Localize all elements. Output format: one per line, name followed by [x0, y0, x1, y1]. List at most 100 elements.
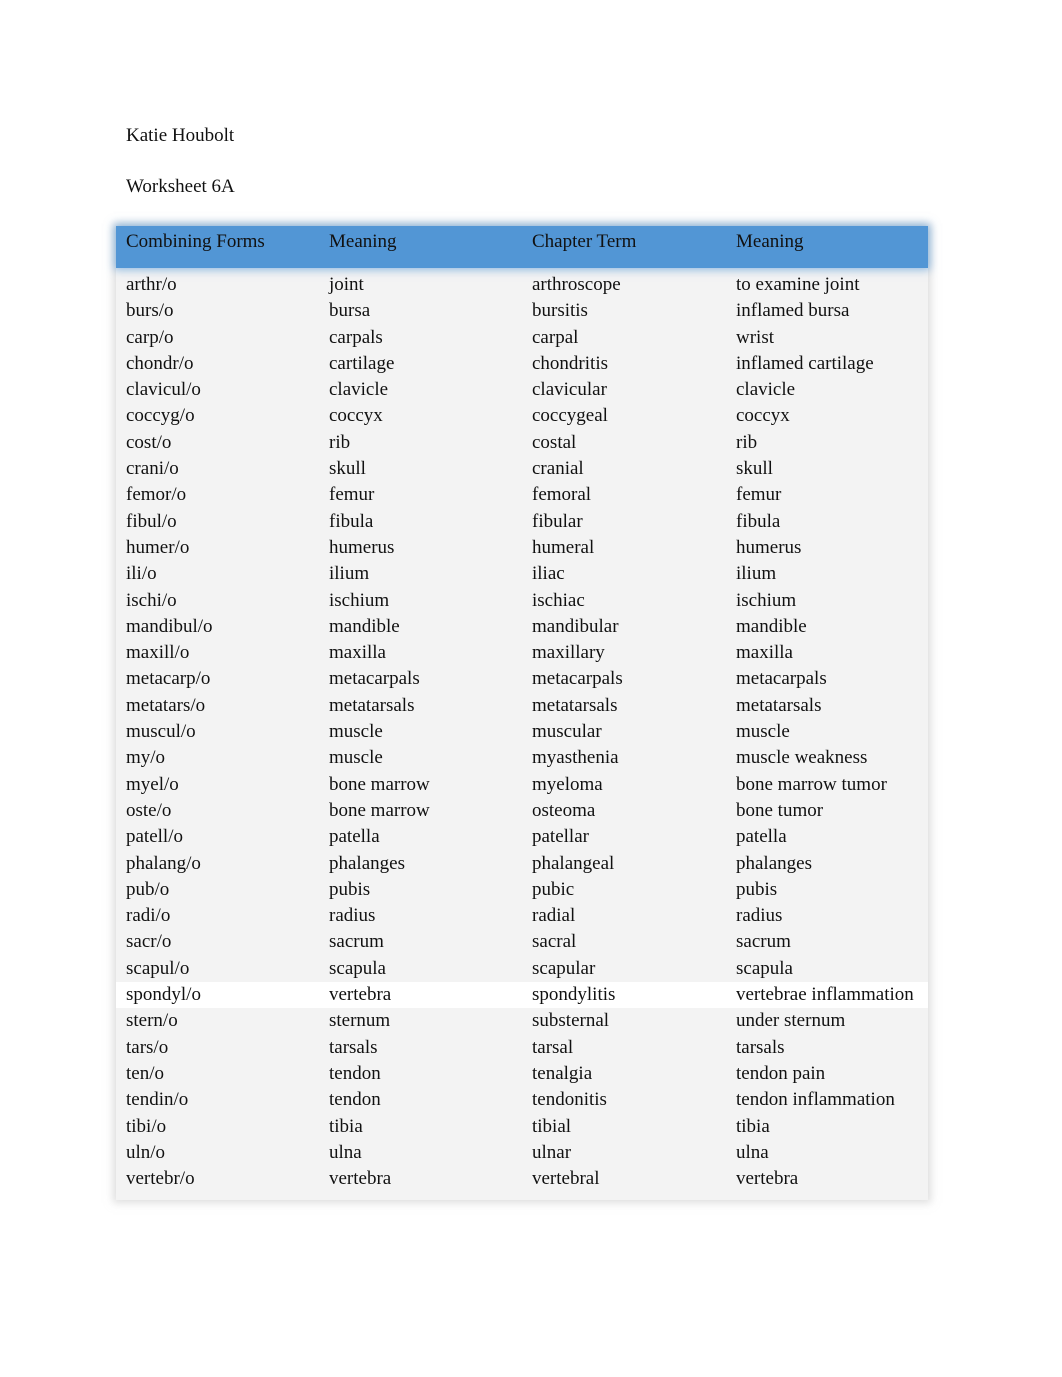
table-row: radi/o radius radial radius [116, 903, 928, 929]
cell-combining-form: stern/o [126, 1010, 178, 1032]
table-row: fibul/o fibula fibular fibula [116, 509, 928, 535]
cell-chapter-term: patellar [532, 826, 589, 848]
cell-combining-form: maxill/o [126, 642, 190, 664]
cell-term-meaning: maxilla [736, 642, 793, 664]
cell-meaning: bone marrow [329, 773, 430, 795]
worksheet-title: Worksheet 6A [126, 176, 235, 197]
cell-combining-form: mandibul/o [126, 615, 213, 637]
cell-term-meaning: mandible [736, 615, 807, 637]
cell-meaning: joint [329, 274, 364, 295]
table-header-row: Combining Forms Meaning Chapter Term Mea… [116, 226, 928, 268]
header-chapter-term: Chapter Term [532, 231, 637, 252]
cell-term-meaning: pubis [736, 878, 778, 900]
cell-chapter-term: tendonitis [532, 1089, 607, 1111]
cell-combining-form: ili/o [126, 563, 157, 585]
table-row: arthr/o joint arthroscope to examine joint [116, 272, 928, 298]
cell-term-meaning: phalanges [736, 852, 812, 874]
cell-chapter-term: carpal [532, 326, 579, 348]
cell-meaning: coccyx [329, 405, 383, 427]
cell-combining-form: radi/o [126, 905, 171, 927]
cell-chapter-term: substernal [532, 1010, 610, 1032]
cell-term-meaning: tibia [736, 1115, 770, 1137]
cell-term-meaning: scapula [736, 957, 793, 979]
cell-combining-form: patell/o [126, 826, 183, 848]
header-combining-forms: Combining Forms [126, 231, 265, 252]
cell-chapter-term: tarsal [532, 1036, 574, 1058]
cell-chapter-term: clavicular [532, 379, 607, 401]
cell-combining-form: scapul/o [126, 957, 190, 979]
cell-term-meaning: femur [736, 484, 782, 506]
table-row: sacr/o sacrum sacral sacrum [116, 929, 928, 955]
cell-meaning: muscle [329, 721, 383, 743]
cell-term-meaning: bone tumor [736, 799, 824, 821]
table-row: metacarp/o metacarpals metacarpals metacarp… [116, 666, 928, 692]
cell-combining-form: metatars/o [126, 694, 206, 716]
table-row: stern/o sternum substernal under sternum [116, 1008, 928, 1034]
cell-term-meaning: coccyx [736, 405, 790, 427]
table-row: chondr/o cartilage chondritis inflamed cart… [116, 351, 928, 377]
cell-meaning: metacarpals [329, 668, 420, 690]
cell-meaning: vertebra [329, 1168, 392, 1190]
cell-term-meaning: skull [736, 458, 773, 480]
table-row: muscul/o muscle muscular muscle [116, 719, 928, 745]
cell-chapter-term: ischiac [532, 589, 585, 611]
cell-chapter-term: iliac [532, 563, 565, 585]
cell-combining-form: tibi/o [126, 1115, 167, 1137]
table-row: scapul/o scapula scapular scapula [116, 956, 928, 982]
cell-term-meaning: rib [736, 431, 758, 453]
cell-meaning: cartilage [329, 352, 395, 374]
cell-chapter-term: chondritis [532, 352, 608, 374]
cell-term-meaning: ulna [736, 1141, 769, 1163]
cell-meaning: tendon [329, 1062, 381, 1084]
cell-chapter-term: costal [532, 431, 577, 453]
cell-combining-form: uln/o [126, 1141, 166, 1163]
cell-meaning: radius [329, 905, 376, 927]
table-row: tendin/o tendon tendonitis tendon inflammat… [116, 1087, 928, 1113]
cell-term-meaning: humerus [736, 536, 802, 558]
cell-meaning: muscle [329, 747, 383, 769]
cell-combining-form: clavicul/o [126, 379, 201, 401]
cell-meaning: rib [329, 431, 351, 453]
cell-term-meaning: tarsals [736, 1036, 785, 1058]
cell-term-meaning: metatarsals [736, 694, 822, 716]
cell-chapter-term: myasthenia [532, 747, 619, 769]
table-row: femor/o femur femoral femur [116, 482, 928, 508]
cell-chapter-term: maxillary [532, 642, 605, 664]
cell-term-meaning: vertebrae inflammation [736, 984, 914, 1006]
cell-combining-form: cost/o [126, 431, 172, 453]
cell-combining-form: coccyg/o [126, 405, 195, 427]
cell-chapter-term: muscular [532, 721, 602, 743]
cell-combining-form: pub/o [126, 878, 170, 900]
cell-meaning: fibula [329, 510, 374, 532]
cell-meaning: clavicle [329, 379, 389, 401]
cell-meaning: tarsals [329, 1036, 378, 1058]
cell-term-meaning: fibula [736, 510, 781, 532]
cell-meaning: ischium [329, 589, 390, 611]
cell-chapter-term: osteoma [532, 799, 596, 821]
cell-term-meaning: ilium [736, 563, 777, 585]
table-row: oste/o bone marrow osteoma bone tumor [116, 798, 928, 824]
cell-meaning: humerus [329, 536, 395, 558]
cell-combining-form: ten/o [126, 1062, 164, 1084]
cell-term-meaning: bone marrow tumor [736, 773, 887, 795]
table-row: patell/o patella patellar patella [116, 824, 928, 850]
cell-meaning: sacrum [329, 931, 384, 953]
cell-chapter-term: tenalgia [532, 1062, 593, 1084]
table-row: tars/o tarsals tarsal tarsals [116, 1035, 928, 1061]
cell-term-meaning: ischium [736, 589, 797, 611]
cell-chapter-term: bursitis [532, 300, 588, 322]
table-row: ten/o tendon tenalgia tendon pain [116, 1061, 928, 1087]
cell-term-meaning: sacrum [736, 931, 791, 953]
cell-chapter-term: sacral [532, 931, 577, 953]
cell-meaning: femur [329, 484, 375, 506]
cell-chapter-term: myeloma [532, 773, 603, 795]
table-row: uln/o ulna ulnar ulna [116, 1140, 928, 1166]
table-row: mandibul/o mandible mandibular mandible [116, 614, 928, 640]
cell-combining-form: oste/o [126, 799, 172, 821]
cell-meaning: mandible [329, 615, 400, 637]
cell-combining-form: burs/o [126, 300, 174, 322]
table-row: ischi/o ischium ischiac ischium [116, 588, 928, 614]
cell-combining-form: vertebr/o [126, 1168, 195, 1190]
cell-combining-form: tendin/o [126, 1089, 189, 1111]
cell-meaning: tendon [329, 1089, 381, 1111]
